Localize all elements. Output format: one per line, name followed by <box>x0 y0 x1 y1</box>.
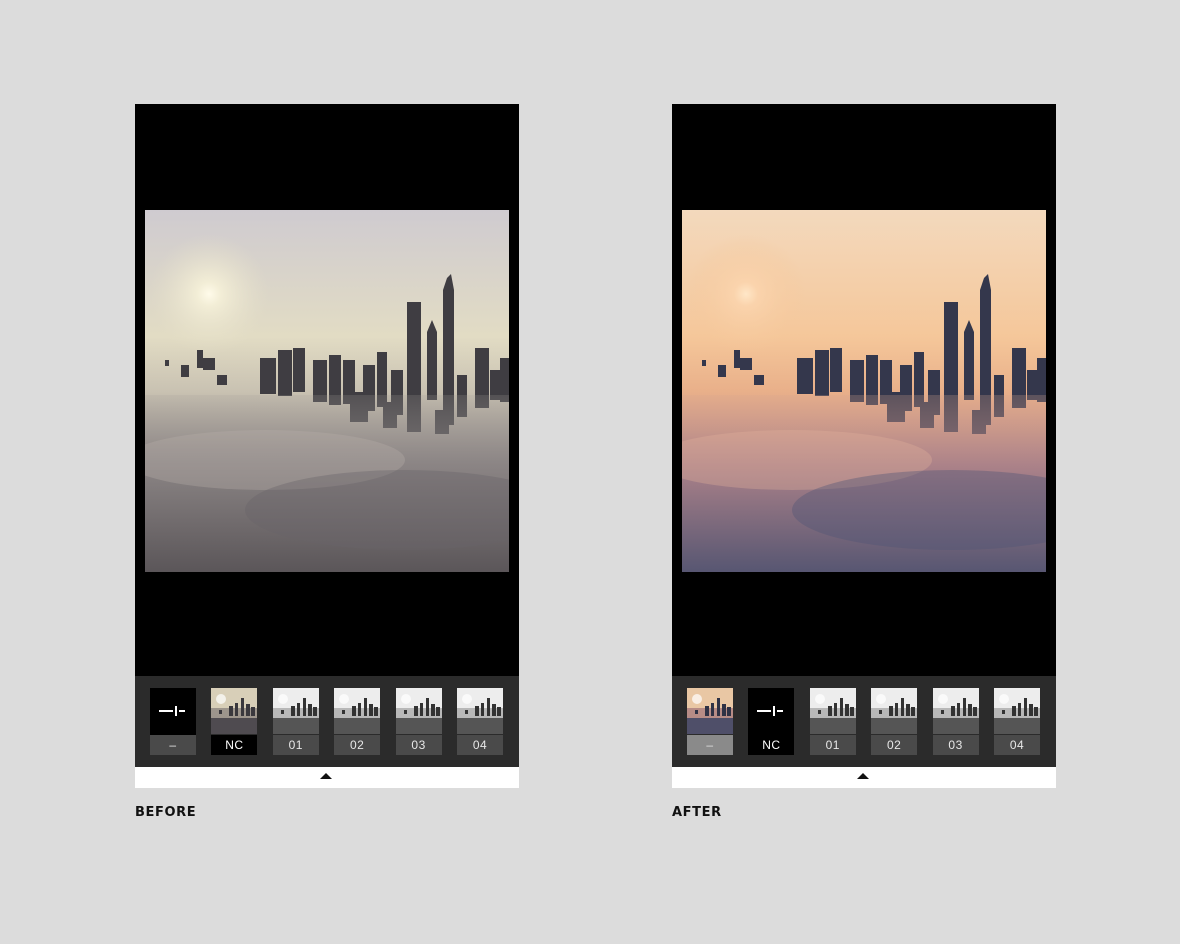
adjust-slider-icon <box>757 706 785 716</box>
before-filter-thumb-01[interactable]: 01 <box>272 688 319 755</box>
before-filter-thumb-04[interactable]: 04 <box>457 688 503 755</box>
before-filter-thumb-nc[interactable]: NC <box>211 688 258 755</box>
filter-preview-image <box>334 688 381 734</box>
after-filter-thumb-04[interactable]: 04 <box>994 688 1040 755</box>
filter-preview-image <box>994 688 1040 734</box>
filter-preview-image <box>932 688 979 734</box>
before-panel-toggle-bar[interactable] <box>135 767 519 788</box>
after-filter-thumb-03[interactable]: 03 <box>932 688 979 755</box>
before-caption: BEFORE <box>135 805 197 820</box>
after-filter-thumb-none[interactable]: – <box>687 688 733 755</box>
after-phone-screen: – NC 01 02 03 04 <box>672 104 1056 788</box>
before-preview-photo <box>145 210 509 572</box>
after-panel-toggle-bar[interactable] <box>672 767 1056 788</box>
filter-label: 02 <box>334 735 381 755</box>
before-phone-screen: – NC 01 02 03 04 <box>135 104 519 788</box>
filter-label: 01 <box>809 735 856 755</box>
before-filter-strip: – NC 01 02 03 04 <box>135 676 519 767</box>
triangle-up-icon[interactable] <box>320 773 332 779</box>
filter-label: 03 <box>395 735 442 755</box>
filter-label: 01 <box>272 735 319 755</box>
filter-preview-image <box>457 688 503 734</box>
filter-label: 02 <box>871 735 918 755</box>
filter-preview-image <box>395 688 442 734</box>
before-filter-thumb-none[interactable]: – <box>150 688 196 755</box>
after-filter-strip: – NC 01 02 03 04 <box>672 676 1056 767</box>
filter-preview-image <box>871 688 918 734</box>
filter-preview-image <box>687 688 733 734</box>
filter-label: 04 <box>994 735 1040 755</box>
adjust-slider-icon <box>159 706 187 716</box>
after-filter-thumb-01[interactable]: 01 <box>809 688 856 755</box>
before-filter-thumb-03[interactable]: 03 <box>395 688 442 755</box>
filter-label: – <box>687 735 733 755</box>
after-filter-thumb-02[interactable]: 02 <box>871 688 918 755</box>
before-filter-thumb-02[interactable]: 02 <box>334 688 381 755</box>
filter-preview-image <box>272 688 319 734</box>
filter-label: 03 <box>932 735 979 755</box>
after-filter-thumb-nc[interactable]: NC <box>748 688 795 755</box>
triangle-up-icon[interactable] <box>857 773 869 779</box>
after-caption: AFTER <box>672 805 722 820</box>
filter-label: NC <box>211 735 258 755</box>
after-preview-photo <box>682 210 1046 572</box>
filter-preview-image <box>809 688 856 734</box>
filter-label: 04 <box>457 735 503 755</box>
filter-label: NC <box>748 735 795 755</box>
filter-label: – <box>150 735 196 755</box>
filter-preview-image <box>211 688 258 734</box>
